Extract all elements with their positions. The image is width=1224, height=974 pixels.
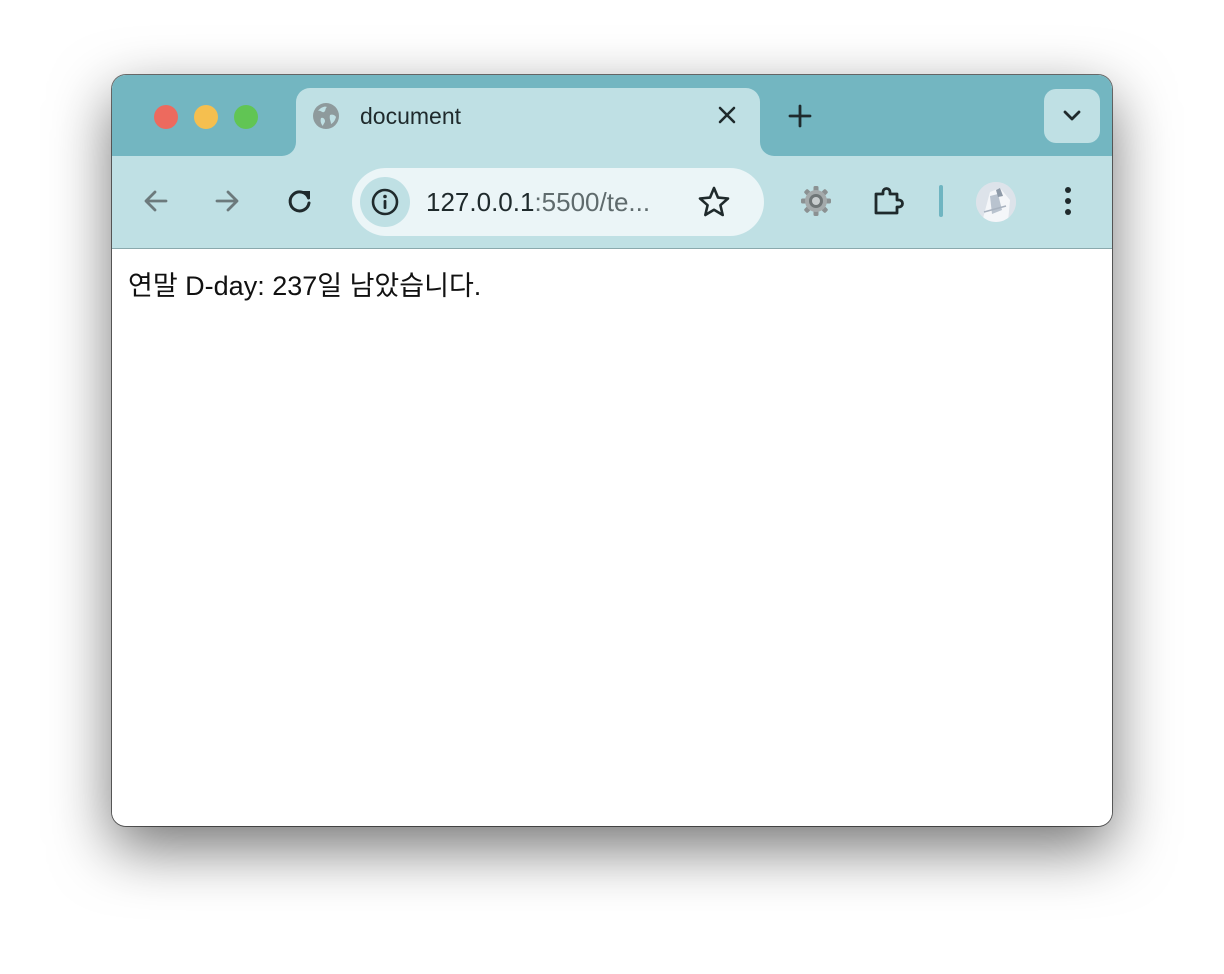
extensions-button[interactable]: [871, 184, 905, 218]
page-content: 연말 D-day: 237일 남았습니다.: [112, 249, 1112, 826]
settings-extension-button[interactable]: [799, 184, 833, 218]
new-tab-button[interactable]: [784, 100, 816, 132]
star-icon: [698, 186, 730, 217]
minimize-window-button[interactable]: [194, 105, 218, 129]
tab-close-icon[interactable]: [712, 100, 742, 130]
url-host: 127.0.0.1: [426, 187, 535, 217]
forward-button[interactable]: [210, 184, 244, 218]
site-info-button[interactable]: [360, 177, 410, 227]
tab-document[interactable]: document: [296, 88, 760, 156]
reload-button[interactable]: [283, 184, 317, 218]
title-bar: document: [112, 75, 1112, 156]
arrow-left-icon: [144, 190, 168, 212]
back-button[interactable]: [139, 184, 173, 218]
profile-avatar[interactable]: [976, 182, 1016, 222]
address-bar[interactable]: 127.0.0.1:5500/te...: [352, 168, 764, 236]
tab-search-button[interactable]: [1044, 89, 1100, 143]
menu-button[interactable]: [1051, 184, 1085, 218]
toolbar: 127.0.0.1:5500/te...: [112, 156, 1112, 249]
arrow-right-icon: [215, 190, 239, 212]
toolbar-separator: [939, 185, 943, 217]
reload-icon: [288, 190, 311, 213]
close-window-button[interactable]: [154, 105, 178, 129]
gear-icon: [801, 186, 831, 216]
bookmark-button[interactable]: [697, 185, 731, 219]
info-icon: [371, 188, 399, 216]
url-path: :5500/te...: [534, 187, 651, 217]
dday-text: 연말 D-day: 237일 남았습니다.: [128, 271, 482, 301]
tab-title: document: [360, 103, 462, 129]
maximize-window-button[interactable]: [234, 105, 258, 129]
plus-icon: [788, 104, 812, 128]
url-text[interactable]: 127.0.0.1:5500/te...: [426, 187, 650, 217]
more-vertical-icon: [1065, 187, 1071, 215]
globe-icon: [312, 102, 340, 130]
browser-window: document 127.0.0.1:5500/te... 연말 D-day: …: [112, 75, 1112, 826]
puzzle-icon: [874, 187, 904, 215]
chevron-down-icon: [1063, 110, 1081, 121]
